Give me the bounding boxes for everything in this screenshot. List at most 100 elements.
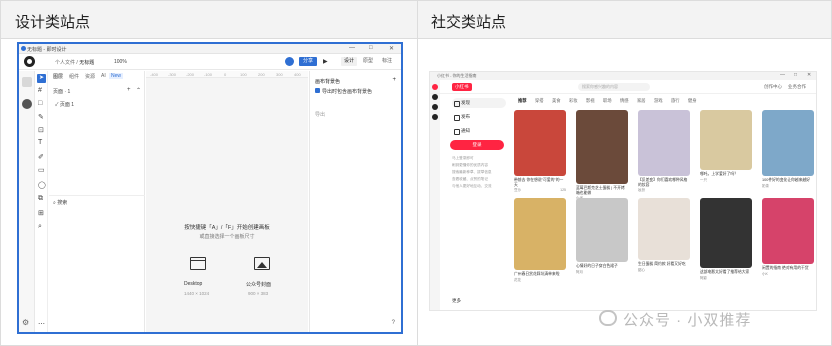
feed-card[interactable]: 闲置的指南 绝对有用的干货 小K	[762, 198, 814, 277]
channel-tab[interactable]: 旅行	[671, 98, 680, 104]
card-image[interactable]	[700, 198, 752, 268]
pen-tool-icon[interactable]: ✎	[38, 113, 44, 121]
comment-tool-icon[interactable]: ◯	[38, 181, 46, 189]
user-avatar[interactable]	[285, 57, 294, 66]
more-tools-icon[interactable]: ⋯	[38, 320, 45, 328]
rectangle-tool-icon[interactable]: □	[38, 100, 42, 107]
frame-tool-icon[interactable]: #	[38, 87, 42, 94]
feed-card[interactable]: 广州春日赏花踩坑清单来啦 花花	[514, 198, 566, 283]
maximize-button[interactable]: □	[369, 45, 373, 51]
add-page-icon[interactable]: +	[127, 87, 131, 93]
zoom-select[interactable]: 100%	[114, 59, 127, 65]
social-close-button[interactable]: ✕	[807, 72, 811, 78]
layer-search[interactable]: ⌕ 搜索	[53, 199, 67, 206]
card-user[interactable]: 豆沙	[514, 188, 521, 192]
login-button[interactable]: 登录	[450, 140, 504, 150]
card-image[interactable]	[514, 198, 566, 270]
card-image[interactable]	[762, 110, 814, 176]
search-tool-icon[interactable]: ⌕	[38, 223, 42, 231]
include-bg-checkbox[interactable]	[315, 88, 320, 93]
channel-tab[interactable]: 家居	[637, 98, 646, 104]
preset-desktop-label[interactable]: Desktop	[184, 281, 202, 287]
tab-components[interactable]: 组件	[69, 73, 79, 80]
social-maximize-button[interactable]: □	[794, 72, 797, 78]
minimize-button[interactable]: —	[349, 45, 355, 51]
feed-card[interactable]: 心情好的日子穿白色裙子 阿月	[576, 198, 628, 275]
channel-tab[interactable]: 健身	[688, 98, 697, 104]
card-image[interactable]	[638, 110, 690, 176]
channel-tab[interactable]: 影视	[586, 98, 595, 104]
card-image[interactable]	[638, 198, 690, 260]
cover-image-icon[interactable]	[254, 257, 270, 270]
feed-card[interactable]: 蓝莓巴斯克芝士蛋糕 | 不开烤箱也能做小米	[576, 110, 628, 201]
move-tool-icon[interactable]: ➤	[37, 74, 46, 83]
card-user[interactable]: 甜心	[638, 268, 645, 272]
card-image[interactable]	[576, 198, 628, 262]
image-tool-icon[interactable]: ▭	[38, 166, 45, 174]
card-user[interactable]: 奶茶	[762, 184, 769, 188]
mode-annotate-tab[interactable]: 标注	[379, 57, 395, 66]
tab-ai[interactable]: AI	[101, 73, 106, 79]
channel-tab[interactable]: 游戏	[654, 98, 663, 104]
plugin-tool-icon[interactable]: ⧉	[38, 195, 43, 203]
social-search-input[interactable]: 搜索你感兴趣的内容	[578, 83, 650, 91]
more-menu[interactable]: 更多	[452, 298, 461, 304]
card-user[interactable]: 一只	[700, 178, 707, 182]
text-tool-icon[interactable]: T	[38, 139, 42, 146]
card-user[interactable]: 阿影	[700, 276, 707, 280]
slice-tool-icon[interactable]: ⊡	[38, 126, 44, 134]
pages-header[interactable]: 页面 · 1	[53, 88, 70, 95]
share-button[interactable]: 分享	[299, 57, 317, 66]
add-bg-icon[interactable]: +	[392, 77, 396, 83]
settings-icon[interactable]: ⚙	[22, 318, 29, 327]
home-logo-icon[interactable]	[24, 56, 35, 67]
card-user[interactable]: 阿月	[576, 270, 583, 274]
channel-tab[interactable]: 职场	[603, 98, 612, 104]
page-item[interactable]: ✓ 页面 1	[55, 101, 74, 108]
card-user[interactable]: 花花	[514, 278, 521, 282]
feed-card[interactable]: 100件好的变化让你越来越好 奶茶	[762, 110, 814, 189]
sidebar-item-publish[interactable]: 发布	[452, 112, 506, 122]
mode-design-tab[interactable]: 设计	[341, 57, 358, 66]
help-icon[interactable]: ?	[392, 320, 395, 326]
component-tool-icon[interactable]: ⊞	[38, 209, 44, 217]
rail-x-icon[interactable]	[432, 114, 438, 120]
feed-card[interactable]: 【反差变】你们喜欢哪种风格的妆容 妆扮	[638, 110, 690, 193]
preset-cover-label[interactable]: 公众号封面	[246, 281, 271, 288]
card-user[interactable]: 小K	[762, 272, 768, 276]
desktop-frame-icon[interactable]	[190, 257, 206, 270]
channel-tab[interactable]: 推荐	[518, 98, 527, 104]
card-user[interactable]: 妆扮	[638, 188, 645, 192]
breadcrumb[interactable]: 个人文件 / 无标题	[55, 59, 94, 66]
feed-card[interactable]: 带前去 你在想说"可爱的"的一天 豆沙 125	[514, 110, 566, 193]
mode-prototype-tab[interactable]: 原型	[360, 57, 376, 66]
card-image[interactable]	[762, 198, 814, 264]
canvas[interactable]: -400 -300 -200 -100 0 100 200 300 400 按快…	[146, 71, 308, 332]
close-button[interactable]: ✕	[389, 45, 394, 52]
channel-tab[interactable]: 情感	[620, 98, 629, 104]
play-icon[interactable]: ▶	[323, 58, 328, 65]
sidebar-item-discover[interactable]: 发现	[452, 98, 506, 108]
brand-logo[interactable]: 小红书	[452, 83, 472, 91]
card-likes[interactable]: 125	[560, 188, 566, 192]
card-image[interactable]	[576, 110, 628, 184]
pencil-tool-icon[interactable]: ✐	[38, 153, 44, 161]
rail-threads-icon[interactable]	[432, 104, 438, 110]
collapse-icon[interactable]: ⌃	[136, 87, 141, 94]
business-link[interactable]: 业务合作	[788, 84, 806, 90]
feed-card[interactable]: 这部电影太好看了推荐给大家 阿影	[700, 198, 752, 281]
creator-center-link[interactable]: 创作中心	[764, 84, 782, 90]
export-section[interactable]: 导出	[315, 111, 325, 118]
rail-avatar[interactable]	[22, 99, 32, 109]
channel-tab[interactable]: 彩妆	[569, 98, 578, 104]
shapes-icon[interactable]	[22, 77, 32, 87]
card-image[interactable]	[700, 110, 752, 170]
rail-tiktok-icon[interactable]	[432, 94, 438, 100]
tab-layers[interactable]: 图层	[53, 73, 63, 80]
card-image[interactable]	[514, 110, 566, 176]
social-minimize-button[interactable]: —	[780, 72, 785, 78]
channel-tab[interactable]: 美食	[552, 98, 561, 104]
feed-card[interactable]: 生日蛋糕 简约款 好看又好吃 甜心	[638, 198, 690, 273]
tab-assets[interactable]: 资源	[85, 73, 95, 80]
feed-card[interactable]: 哪吒，上学爱好了吗？ 一只	[700, 110, 752, 183]
